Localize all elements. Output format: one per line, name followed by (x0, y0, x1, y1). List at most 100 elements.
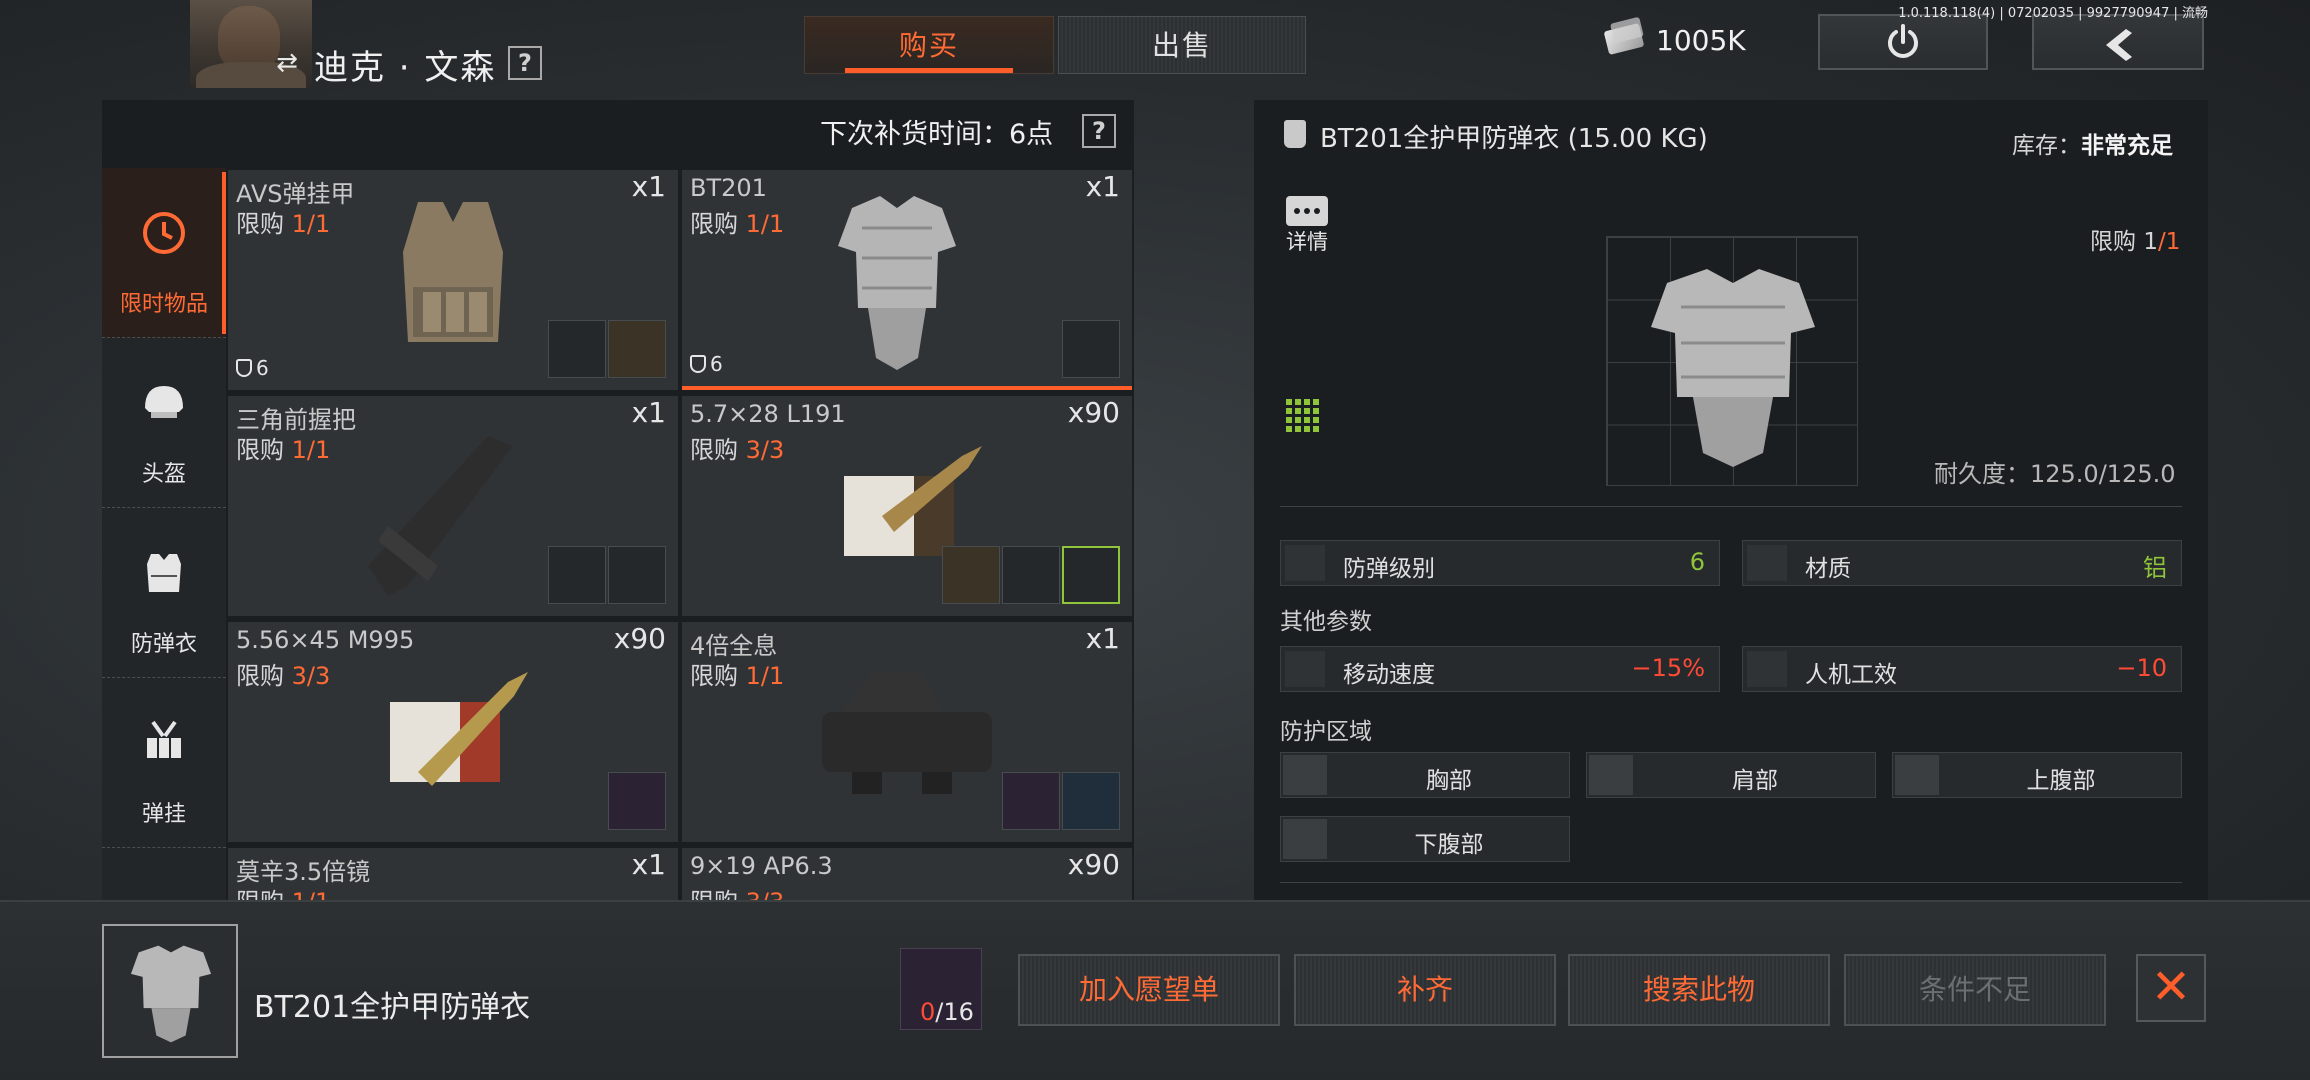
category-label: 头盔 (141, 462, 186, 487)
item-preview (1606, 236, 1858, 486)
durability: 耐久度：125.0/125.0 (1934, 460, 2176, 488)
item-limit: 限购 3/3 (690, 436, 785, 464)
restock-time: 下次补货时间：6点 (820, 119, 1054, 150)
shield-icon (690, 355, 706, 373)
required-item-slot[interactable] (1062, 772, 1120, 830)
category-label: 限时物品 (119, 292, 208, 317)
required-item-slot[interactable] (548, 320, 606, 378)
item-name: 9×19 AP6.3 (690, 852, 833, 880)
power-button[interactable] (1818, 14, 1988, 70)
tab-sell-label: 出售 (1151, 29, 1212, 62)
category-more[interactable] (102, 848, 226, 900)
shield-icon (1285, 545, 1325, 581)
add-to-wishlist-button[interactable]: 加入愿望单 (1018, 954, 1280, 1026)
selected-item-thumbnail (102, 924, 238, 1058)
item-qty: x1 (631, 170, 666, 203)
shop-item-card[interactable]: 4倍全息 限购 1/1 x1 (682, 622, 1132, 842)
item-name: 5.7×28 L191 (690, 400, 846, 428)
shop-item-card-selected[interactable]: BT201 限购 1/1 x1 6 (682, 170, 1132, 390)
body-armor-preview-image (1651, 269, 1815, 467)
tab-buy-underline (845, 68, 1013, 73)
purchase-limit: 限购 1/1 (2090, 229, 2181, 255)
details-icon[interactable] (1286, 196, 1328, 226)
tab-buy[interactable]: 购买 (804, 16, 1054, 74)
item-qty: x90 (1067, 848, 1120, 881)
stat-ergonomics: 人机工效 −10 (1742, 646, 2182, 692)
back-arrow-icon (2106, 29, 2132, 61)
item-detail-title: BT201全护甲防弹衣 (15.00 KG) (1320, 124, 1708, 154)
body-armor-image (838, 196, 956, 370)
money-value: 1005K (1656, 24, 1746, 57)
item-limit: 限购 1/1 (690, 210, 785, 238)
shop-item-card[interactable]: 5.7×28 L191 限购 3/3 x90 (682, 396, 1132, 616)
holographic-sight-image (822, 672, 992, 794)
restock-help-button[interactable]: ? (1082, 114, 1116, 148)
item-limit: 限购 1/1 (690, 662, 785, 690)
shop-item-card[interactable]: AVS弹挂甲 限购 1/1 x1 6 (228, 170, 678, 390)
required-item-slot[interactable] (942, 546, 1000, 604)
category-limited[interactable]: 限时物品 (102, 168, 226, 338)
purchase-button-disabled[interactable]: 条件不足 (1844, 954, 2106, 1026)
required-item-slot[interactable] (608, 546, 666, 604)
required-item-slot-owned[interactable] (1062, 546, 1120, 604)
foregrip-image (368, 436, 513, 596)
required-item-slot[interactable] (1062, 320, 1120, 378)
required-item-slot[interactable] (1002, 772, 1060, 830)
required-item-slot[interactable] (608, 320, 666, 378)
running-icon (1285, 651, 1325, 687)
required-item-slot[interactable] (608, 772, 666, 830)
power-icon (1888, 24, 1918, 58)
lower-abdomen-zone-icon (1283, 819, 1327, 859)
clock-icon (143, 212, 185, 254)
close-button[interactable]: ✕ (2136, 954, 2206, 1022)
category-label: 弹挂 (141, 802, 186, 827)
required-item-count: 0/16 (920, 998, 974, 1026)
item-qty: x1 (631, 396, 666, 429)
category-sidebar: 限时物品 头盔 防弹衣 弹挂 (102, 168, 226, 900)
item-limit: 限购 1/1 (236, 210, 331, 238)
trader-help-button[interactable]: ? (508, 46, 542, 80)
category-vest[interactable]: 防弹衣 (102, 508, 226, 678)
armor-class: 6 (236, 356, 269, 380)
search-item-button[interactable]: 搜索此物 (1568, 954, 1830, 1026)
chest-zone-icon (1283, 755, 1327, 795)
tab-sell[interactable]: 出售 (1058, 16, 1306, 74)
item-qty: x1 (1085, 622, 1120, 655)
category-helmet[interactable]: 头盔 (102, 338, 226, 508)
trader-name: 迪克 · 文森 (314, 48, 497, 88)
swap-trader-icon[interactable]: ⇄ (272, 48, 302, 78)
required-item-slot[interactable] (548, 546, 606, 604)
armor-class: 6 (690, 352, 723, 376)
shield-icon (236, 359, 252, 377)
ammo-box-image (390, 672, 528, 786)
item-qty: x90 (613, 622, 666, 655)
stock-status: 库存：非常充足 (2012, 133, 2173, 159)
fill-button[interactable]: 补齐 (1294, 954, 1556, 1026)
body-armor-thumb-image (130, 945, 212, 1043)
shop-item-card[interactable]: 三角前握把 限购 1/1 x1 (228, 396, 678, 616)
vest-icon (147, 554, 181, 592)
zone-lower-abdomen: 下腹部 (1280, 816, 1570, 862)
zone-chest: 胸部 (1280, 752, 1570, 798)
stat-material: 材质 铝 (1742, 540, 2182, 586)
material-icon (1747, 545, 1787, 581)
pistol-icon (1747, 651, 1787, 687)
other-params-heading: 其他参数 (1280, 609, 1372, 635)
back-button[interactable] (2032, 14, 2204, 70)
divider (1280, 506, 2182, 507)
stat-move-speed: 移动速度 −15% (1280, 646, 1720, 692)
required-item-slot[interactable] (1002, 546, 1060, 604)
details-label[interactable]: 详情 (1286, 226, 1328, 256)
item-name: BT201 (690, 174, 767, 202)
divider (1280, 882, 2182, 883)
item-qty: x1 (1085, 170, 1120, 203)
inventory-size-icon (1286, 396, 1322, 432)
shop-item-card[interactable]: 莫辛3.5倍镜 限购 1/1 x1 (228, 848, 678, 900)
shop-item-card[interactable]: 5.56×45 M995 限购 3/3 x90 (228, 622, 678, 842)
shop-item-card[interactable]: 9×19 AP6.3 限购 3/3 x90 (682, 848, 1132, 900)
item-limit: 限购 3/3 (236, 662, 331, 690)
version-info: 1.0.118.118(4) | 07202035 | 9927790947 |… (1898, 6, 2208, 21)
category-chest-rig[interactable]: 弹挂 (102, 678, 226, 848)
upper-abdomen-zone-icon (1895, 755, 1939, 795)
zone-shoulder: 肩部 (1586, 752, 1876, 798)
